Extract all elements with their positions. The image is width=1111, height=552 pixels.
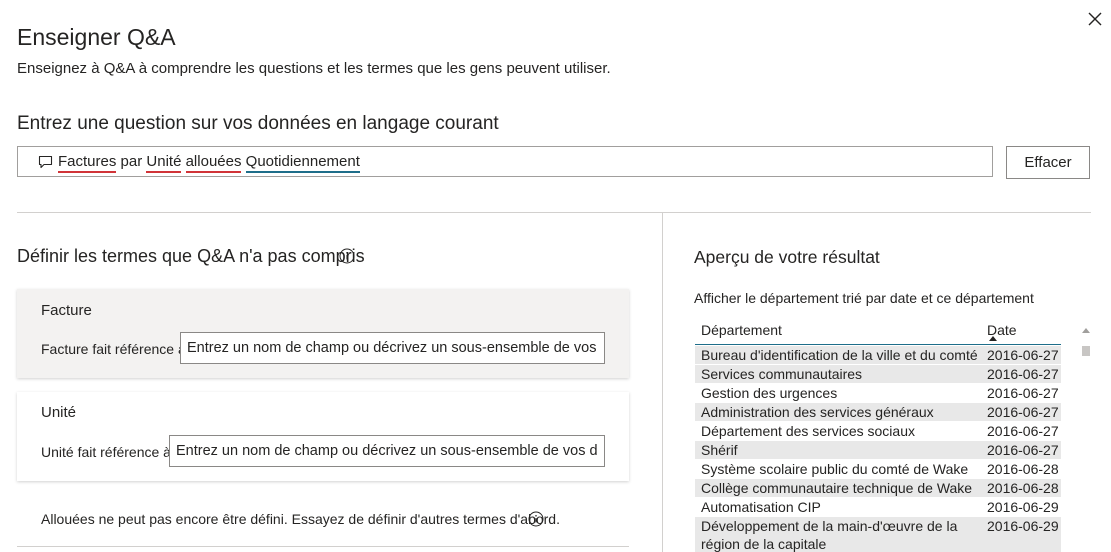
result-table: Département Date Bureau d'identification… xyxy=(695,320,1061,552)
cell-date: 2016-06-28 xyxy=(987,480,1059,496)
chat-bubble-icon xyxy=(38,155,53,169)
table-row: Système scolaire public du comté de Wake… xyxy=(695,460,1061,479)
cell-department: Développement de la main-d'œuvre de la r… xyxy=(701,518,958,552)
cell-date: 2016-06-27 xyxy=(987,423,1059,439)
horizontal-divider xyxy=(17,212,1091,213)
scroll-up-icon[interactable] xyxy=(1082,328,1090,333)
close-button[interactable] xyxy=(1084,8,1106,30)
cell-department: Automatisation CIP xyxy=(701,499,821,515)
cell-department: Administration des services généraux xyxy=(701,404,934,420)
term-refers-label: Facture fait référence à xyxy=(41,341,186,357)
info-icon[interactable] xyxy=(339,248,355,264)
vertical-divider xyxy=(662,213,663,552)
cell-date: 2016-06-28 xyxy=(987,461,1059,477)
question-word-unrecognized: Factures xyxy=(58,153,117,173)
term-name: Facture xyxy=(41,302,92,319)
question-word-unrecognized: Unité xyxy=(146,153,182,173)
table-row: Automatisation CIP 2016-06-29 xyxy=(695,498,1061,517)
table-header: Département Date xyxy=(695,320,1061,345)
cell-department: Collège communautaire technique de Wake xyxy=(701,480,973,496)
cell-department: Bureau d'identification de la ville et d… xyxy=(701,347,978,363)
teach-qna-dialog: Enseigner Q&A Enseignez à Q&A à comprend… xyxy=(0,0,1111,552)
cell-date: 2016-06-27 xyxy=(987,347,1059,363)
question-input[interactable]: Factures par Unité allouées Quotidiennem… xyxy=(17,146,993,177)
undefined-term-message: Allouées ne peut pas encore être défini.… xyxy=(41,511,560,527)
question-word-recognized: Quotidiennement xyxy=(245,153,360,173)
question-word-unrecognized: allouées xyxy=(185,153,242,173)
close-icon[interactable] xyxy=(1084,8,1106,30)
term-definition-input[interactable] xyxy=(180,332,605,364)
table-row: Administration des services généraux 201… xyxy=(695,403,1061,422)
column-header-department[interactable]: Département xyxy=(701,322,782,338)
preview-caption: Afficher le département trié par date et… xyxy=(694,290,1034,306)
cell-department: Département des services sociaux xyxy=(701,423,915,439)
cell-date: 2016-06-29 xyxy=(987,499,1059,515)
cell-department: Shérif xyxy=(701,442,738,458)
info-icon[interactable] xyxy=(528,511,544,527)
cell-date: 2016-06-29 xyxy=(987,518,1059,534)
define-terms-heading-text: Définir les termes que Q&A n'a pas compr… xyxy=(17,246,365,266)
table-row: Services communautaires 2016-06-27 xyxy=(695,365,1061,384)
cell-department: Système scolaire public du comté de Wake xyxy=(701,461,969,477)
cell-date: 2016-06-27 xyxy=(987,366,1059,382)
table-row: Collège communautaire technique de Wake … xyxy=(695,479,1061,498)
preview-heading: Aperçu de votre résultat xyxy=(694,247,880,267)
term-card-unite: Unité Unité fait référence à xyxy=(17,392,629,481)
clear-button[interactable]: Effacer xyxy=(1006,146,1090,179)
cell-date: 2016-06-27 xyxy=(987,442,1059,458)
scroll-thumb[interactable] xyxy=(1082,346,1090,356)
sort-ascending-icon xyxy=(989,336,997,341)
table-scrollbar[interactable] xyxy=(1081,320,1091,552)
cell-department: Services communautaires xyxy=(701,366,863,382)
table-row: Développement de la main-d'œuvre de la r… xyxy=(695,517,1061,552)
question-text[interactable]: Factures par Unité allouées Quotidiennem… xyxy=(58,153,360,173)
term-refers-label: Unité fait référence à xyxy=(41,444,171,460)
question-word: par xyxy=(120,153,143,170)
section-divider xyxy=(17,546,629,547)
table-row: Shérif 2016-06-27 xyxy=(695,441,1061,460)
term-definition-input[interactable] xyxy=(169,435,605,467)
cell-department: Gestion des urgences xyxy=(701,385,838,401)
cell-date: 2016-06-27 xyxy=(987,404,1059,420)
term-card-facture: Facture Facture fait référence à xyxy=(17,289,629,378)
table-row: Département des services sociaux 2016-06… xyxy=(695,422,1061,441)
dialog-subtitle: Enseignez à Q&A à comprendre les questio… xyxy=(17,60,611,77)
table-row: Gestion des urgences 2016-06-27 xyxy=(695,384,1061,403)
term-name: Unité xyxy=(41,404,77,421)
question-heading: Entrez une question sur vos données en l… xyxy=(17,113,499,134)
table-row: Bureau d'identification de la ville et d… xyxy=(695,346,1061,365)
define-terms-heading: Définir les termes que Q&A n'a pas compr… xyxy=(17,246,365,267)
cell-date: 2016-06-27 xyxy=(987,385,1059,401)
dialog-title: Enseigner Q&A xyxy=(17,24,176,50)
